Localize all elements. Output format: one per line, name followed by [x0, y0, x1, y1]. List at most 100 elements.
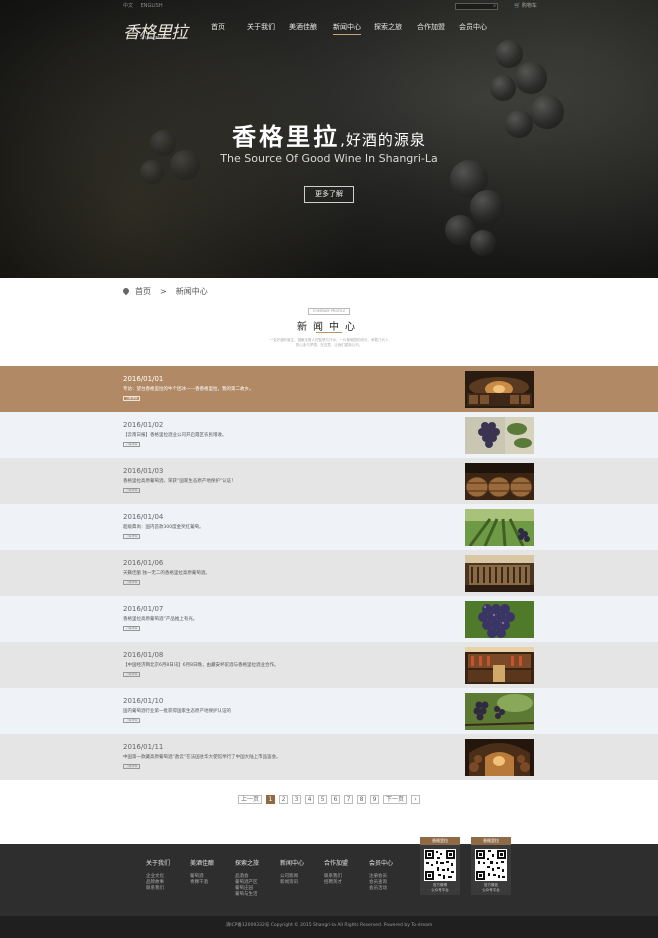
footer-col-heading[interactable]: 探索之旅 — [235, 858, 259, 867]
news-more-button[interactable]: 了解详情 — [123, 580, 140, 585]
vine-grapes-image — [465, 693, 534, 730]
news-summary[interactable]: 香格里拉高原葡萄酒”产品推上有光。 — [123, 616, 197, 622]
qr-heading: 香格里拉 — [420, 837, 460, 845]
learn-more-button[interactable]: 更多了解 — [304, 186, 354, 203]
footer-col-heading[interactable]: 新闻中心 — [280, 858, 304, 867]
news-list: 2016/01/01 专访：望台香格里拉的牛个团冰——香香格里拉，我的第二故乡。… — [0, 366, 658, 780]
page-button-8[interactable]: 8 — [357, 795, 366, 804]
cart-label: 购物车 — [521, 3, 537, 9]
grape-decoration — [490, 75, 516, 101]
news-thumbnail[interactable] — [465, 509, 534, 546]
grape-decoration — [495, 40, 523, 68]
footer-col-member: 会员中心 注册会员 会员查询 会员活动 — [369, 858, 393, 892]
grape-decoration — [515, 62, 547, 94]
news-date: 2016/01/07 — [123, 605, 164, 613]
footer-col-heading[interactable]: 会员中心 — [369, 858, 393, 867]
nav-item-explore[interactable]: 探索之旅 — [374, 22, 402, 32]
page-button-9[interactable]: 9 — [370, 795, 379, 804]
news-summary[interactable]: 中国第一款藏高原葡萄酒“敖云”在法国驻华大使馆举行了中国大陆上市品鉴会。 — [123, 754, 281, 760]
next-page-button[interactable]: 下一页 — [383, 795, 407, 804]
prev-page-button[interactable]: 上一页 — [238, 795, 262, 804]
news-thumbnail[interactable] — [465, 739, 534, 776]
news-summary[interactable]: 国内葡萄酒行业第一批获得国家生态原产地保护认证的 — [123, 708, 231, 714]
news-summary[interactable]: 【云南日报】香格里拉酒业公司开启霞区农民增收。 — [123, 432, 227, 438]
news-summary[interactable]: 香格里拉高原葡萄酒，荣获“国家生态原产地保护”认证！ — [123, 478, 236, 484]
barrel-tunnel-image — [465, 739, 534, 776]
nav-item-wines[interactable]: 美酒佳酿 — [289, 22, 317, 32]
list-item[interactable]: 2016/01/01 专访：望台香格里拉的牛个团冰——香香格里拉，我的第二故乡。… — [0, 366, 658, 412]
footer-col-partner: 合作加盟 联系我们 招聘英才 — [324, 858, 348, 886]
page-button-5[interactable]: 5 — [318, 795, 327, 804]
footer-link[interactable]: 招聘英才 — [324, 880, 348, 886]
hero-banner: 中文 ENGLISH ⌕ 🛒 购物车 香格里拉 Shangri-La 首页 关于… — [0, 0, 658, 278]
list-item[interactable]: 2016/01/11 中国第一款藏高原葡萄酒“敖云”在法国驻华大使馆举行了中国大… — [0, 734, 658, 780]
hero-subtitle: The Source Of Good Wine In Shangri-La — [220, 152, 438, 165]
section-description: 一支好酒的诞生，凝聚无数人的智慧与汗水，一片葡萄园的成长，承载几代人 的心血与梦… — [269, 338, 389, 347]
lang-cn-link[interactable]: 中文 — [123, 3, 133, 9]
news-summary[interactable]: 天籁佳酿 独一无二的香格里拉高原葡萄酒。 — [123, 570, 210, 576]
page-button-4[interactable]: 4 — [305, 795, 314, 804]
nav-item-about[interactable]: 关于我们 — [247, 22, 275, 32]
news-thumbnail[interactable] — [465, 371, 534, 408]
footer-col-heading[interactable]: 美酒佳酿 — [190, 858, 214, 867]
footer-link[interactable]: 葡萄与生活 — [235, 892, 259, 898]
footer: 关于我们 企业文化 品牌故事 联系我们 美酒佳酿 葡萄酒 青稞干酒 探索之旅 品… — [0, 837, 658, 916]
page-button-7[interactable]: 7 — [344, 795, 353, 804]
news-summary[interactable]: 【中国经济网北京6月8日讯】6月8日晚，由藏安杯驼酒与香格里拉酒业合作。 — [123, 662, 278, 668]
list-item[interactable]: 2016/01/02 【云南日报】香格里拉酒业公司开启霞区农民增收。 了解详情 — [0, 412, 658, 458]
search-icon[interactable]: ⌕ — [493, 3, 496, 9]
list-item[interactable]: 2016/01/06 天籁佳酿 独一无二的香格里拉高原葡萄酒。 了解详情 — [0, 550, 658, 596]
news-thumbnail[interactable] — [465, 463, 534, 500]
title-divider — [316, 332, 342, 333]
grapes-closeup-image — [465, 601, 534, 638]
nav-item-news[interactable]: 新闻中心 — [333, 22, 361, 35]
footer-link[interactable]: 会员活动 — [369, 886, 393, 892]
list-item[interactable]: 2016/01/07 香格里拉高原葡萄酒”产品推上有光。 了解详情 — [0, 596, 658, 642]
breadcrumb-current: 新闻中心 — [175, 287, 208, 296]
wechat-qr-card: 香格里拉 官方微信 公众号平台 — [471, 837, 511, 895]
breadcrumb-home[interactable]: 首页 — [135, 287, 151, 296]
list-item[interactable]: 2016/01/08 【中国经济网北京6月8日讯】6月8日晚，由藏安杯驼酒与香格… — [0, 642, 658, 688]
news-thumbnail[interactable] — [465, 417, 534, 454]
nav-item-member[interactable]: 会员中心 — [459, 22, 487, 32]
footer-link[interactable]: 青稞干酒 — [190, 880, 214, 886]
footer-col-heading[interactable]: 关于我们 — [146, 858, 170, 867]
news-more-button[interactable]: 了解详情 — [123, 442, 140, 447]
list-item[interactable]: 2016/01/10 国内葡萄酒行业第一批获得国家生态原产地保护认证的 了解详情 — [0, 688, 658, 734]
news-more-button[interactable]: 了解详情 — [123, 626, 140, 631]
news-more-button[interactable]: 了解详情 — [123, 764, 140, 769]
news-more-button[interactable]: 了解详情 — [123, 672, 140, 677]
search-input[interactable]: ⌕ — [455, 3, 498, 10]
page-button-6[interactable]: 6 — [331, 795, 340, 804]
news-summary[interactable]: 超级典尚：国内首款300度金奖红葡萄。 — [123, 524, 204, 530]
news-more-button[interactable]: 了解详情 — [123, 396, 140, 401]
news-more-button[interactable]: 了解详情 — [123, 718, 140, 723]
news-summary[interactable]: 专访：望台香格里拉的牛个团冰——香香格里拉，我的第二故乡。 — [123, 386, 254, 392]
list-item[interactable]: 2016/01/04 超级典尚：国内首款300度金奖红葡萄。 了解详情 — [0, 504, 658, 550]
news-thumbnail[interactable] — [465, 693, 534, 730]
news-more-button[interactable]: 了解详情 — [123, 534, 140, 539]
lang-en-link[interactable]: ENGLISH — [141, 3, 163, 9]
footer-col-wines: 美酒佳酿 葡萄酒 青稞干酒 — [190, 858, 214, 886]
news-thumbnail[interactable] — [465, 601, 534, 638]
page-button-3[interactable]: 3 — [292, 795, 301, 804]
page-button-2[interactable]: 2 — [279, 795, 288, 804]
list-item[interactable]: 2016/01/03 香格里拉高原葡萄酒，荣获“国家生态原产地保护”认证！ 了解… — [0, 458, 658, 504]
nav-item-partner[interactable]: 合作加盟 — [417, 22, 445, 32]
chevron-right-icon[interactable]: › — [411, 795, 420, 804]
news-more-button[interactable]: 了解详情 — [123, 488, 140, 493]
hero-title: 香格里拉,好酒的源泉 — [0, 117, 658, 152]
news-thumbnail[interactable] — [465, 555, 534, 592]
hero-title-tail: ,好酒的源泉 — [340, 131, 426, 149]
page-button-1[interactable]: 1 — [266, 795, 275, 804]
grape-decoration — [470, 190, 504, 224]
logo-subtitle: Shangri-La — [140, 35, 167, 41]
footer-link[interactable]: 新闻资讯 — [280, 880, 304, 886]
cart-link[interactable]: 🛒 购物车 — [514, 2, 537, 9]
news-thumbnail[interactable] — [465, 647, 534, 684]
footer-col-heading[interactable]: 合作加盟 — [324, 858, 348, 867]
footer-link[interactable]: 联系我们 — [146, 886, 170, 892]
nav-item-home[interactable]: 首页 — [211, 22, 225, 32]
news-date: 2016/01/06 — [123, 559, 164, 567]
news-date: 2016/01/03 — [123, 467, 164, 475]
